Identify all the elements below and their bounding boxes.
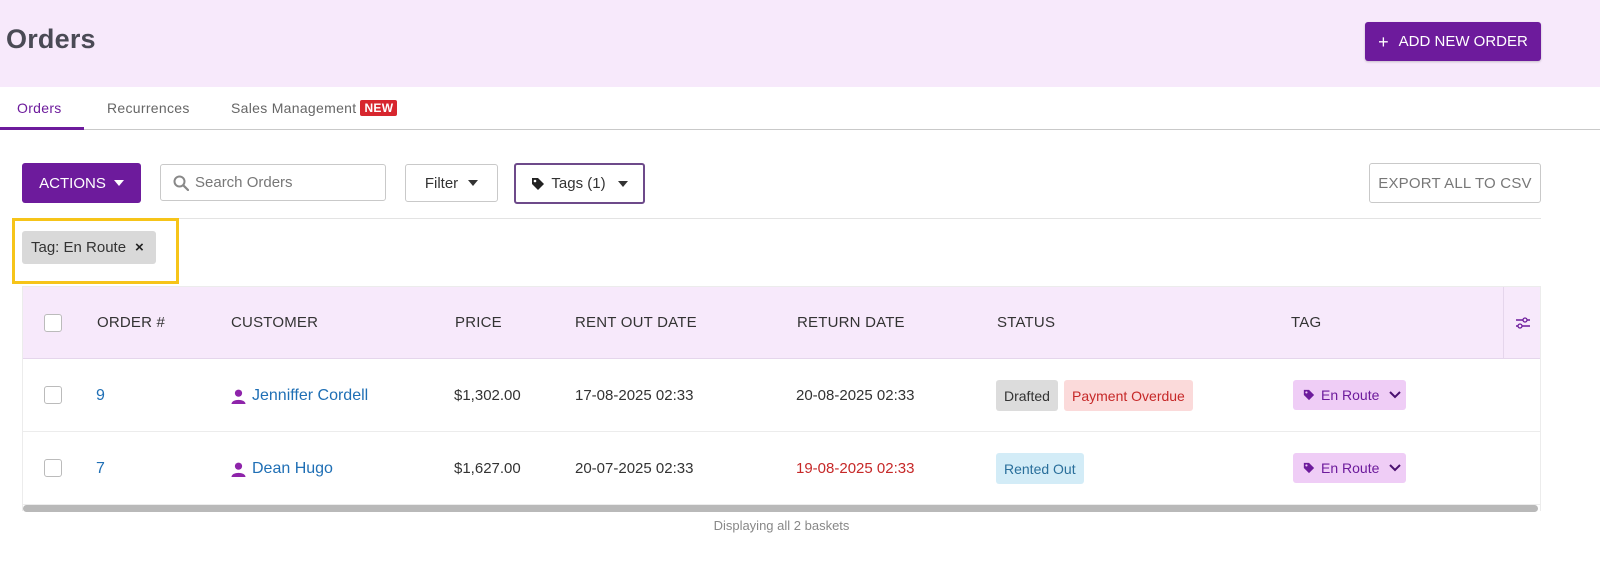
active-tag-filter-chip: Tag: En Route × bbox=[22, 231, 156, 264]
column-header-order[interactable]: ORDER # bbox=[97, 314, 165, 331]
price-cell: $1,627.00 bbox=[454, 460, 521, 477]
horizontal-scrollbar[interactable] bbox=[23, 505, 1538, 512]
page-title: Orders bbox=[6, 24, 96, 54]
status-badge-payment-overdue: Payment Overdue bbox=[1064, 380, 1193, 411]
table-summary: Displaying all 2 baskets bbox=[713, 518, 850, 533]
tag-icon bbox=[1303, 462, 1315, 474]
caret-down-icon bbox=[617, 180, 628, 187]
column-header-tag[interactable]: TAG bbox=[1291, 314, 1321, 331]
rent-out-date-cell: 20-07-2025 02:33 bbox=[575, 460, 694, 477]
new-badge: NEW bbox=[360, 100, 398, 116]
filter-label: Filter bbox=[424, 174, 459, 192]
tag-label: En Route bbox=[1321, 460, 1380, 476]
column-header-rent-out-date[interactable]: RENT OUT DATE bbox=[575, 314, 697, 331]
return-date-cell-overdue: 19-08-2025 02:33 bbox=[796, 460, 915, 477]
tab-sales-management-label: Sales Management bbox=[231, 100, 357, 116]
tag-dropdown[interactable]: En Route bbox=[1293, 453, 1406, 483]
order-number-link[interactable]: 7 bbox=[96, 460, 105, 478]
caret-down-icon bbox=[113, 180, 124, 186]
tab-sales-management[interactable]: Sales Management NEW bbox=[231, 100, 398, 116]
sliders-icon bbox=[1515, 317, 1530, 329]
row-checkbox[interactable] bbox=[44, 459, 62, 477]
table-header: ORDER # CUSTOMER PRICE RENT OUT DATE RET… bbox=[23, 287, 1540, 359]
table-row: 7 Dean Hugo $1,627.00 20-07-2025 02:33 1… bbox=[23, 432, 1540, 505]
status-badge-drafted: Drafted bbox=[996, 380, 1058, 411]
customer-link[interactable]: Dean Hugo bbox=[231, 460, 333, 478]
tag-dropdown[interactable]: En Route bbox=[1293, 380, 1406, 410]
plus-icon: + bbox=[1378, 31, 1389, 52]
column-header-customer[interactable]: CUSTOMER bbox=[231, 314, 318, 331]
search-icon bbox=[173, 175, 189, 191]
tag-icon bbox=[1303, 389, 1315, 401]
chip-label: Tag: En Route bbox=[31, 239, 127, 256]
return-date-cell: 20-08-2025 02:33 bbox=[796, 387, 915, 404]
status-badge-rented-out: Rented Out bbox=[996, 453, 1084, 484]
chevron-down-icon bbox=[1389, 391, 1402, 399]
order-number-link[interactable]: 9 bbox=[96, 387, 105, 405]
customer-name: Jenniffer Cordell bbox=[252, 387, 369, 404]
column-header-price[interactable]: PRICE bbox=[455, 314, 502, 331]
page-header: Orders + ADD NEW ORDER bbox=[0, 0, 1600, 87]
tags-label: Tags (1) bbox=[551, 175, 606, 192]
tab-recurrences[interactable]: Recurrences bbox=[107, 100, 190, 116]
column-settings[interactable] bbox=[1503, 287, 1541, 359]
filter-button[interactable]: Filter bbox=[405, 164, 498, 202]
export-csv-button[interactable]: EXPORT ALL TO CSV bbox=[1369, 163, 1541, 203]
active-tab-indicator bbox=[0, 127, 84, 130]
add-new-order-button[interactable]: + ADD NEW ORDER bbox=[1365, 22, 1541, 61]
select-all-checkbox[interactable] bbox=[44, 314, 62, 332]
actions-dropdown-button[interactable]: ACTIONS bbox=[22, 163, 141, 203]
search-input[interactable] bbox=[195, 174, 375, 191]
tags-filter-button[interactable]: Tags (1) bbox=[514, 163, 645, 204]
caret-down-icon bbox=[468, 180, 479, 186]
customer-name: Dean Hugo bbox=[252, 460, 333, 477]
customer-link[interactable]: Jenniffer Cordell bbox=[231, 387, 368, 405]
tab-bar: Orders Recurrences Sales Management NEW bbox=[0, 87, 1600, 130]
chevron-down-icon bbox=[1389, 464, 1402, 472]
orders-table: ORDER # CUSTOMER PRICE RENT OUT DATE RET… bbox=[22, 286, 1541, 512]
table-row: 9 Jenniffer Cordell $1,302.00 17-08-2025… bbox=[23, 359, 1540, 432]
column-header-return-date[interactable]: RETURN DATE bbox=[797, 314, 905, 331]
row-checkbox[interactable] bbox=[44, 386, 62, 404]
tag-icon bbox=[532, 177, 545, 190]
close-icon[interactable]: × bbox=[135, 239, 144, 256]
rent-out-date-cell: 17-08-2025 02:33 bbox=[575, 387, 694, 404]
user-icon bbox=[231, 389, 246, 404]
price-cell: $1,302.00 bbox=[454, 387, 521, 404]
tab-orders[interactable]: Orders bbox=[17, 100, 62, 116]
actions-label: ACTIONS bbox=[39, 174, 106, 192]
user-icon bbox=[231, 462, 246, 477]
tag-label: En Route bbox=[1321, 387, 1380, 403]
add-new-order-label: ADD NEW ORDER bbox=[1398, 33, 1528, 50]
column-header-status[interactable]: STATUS bbox=[997, 314, 1055, 331]
divider bbox=[22, 218, 1541, 219]
search-box bbox=[160, 164, 386, 201]
